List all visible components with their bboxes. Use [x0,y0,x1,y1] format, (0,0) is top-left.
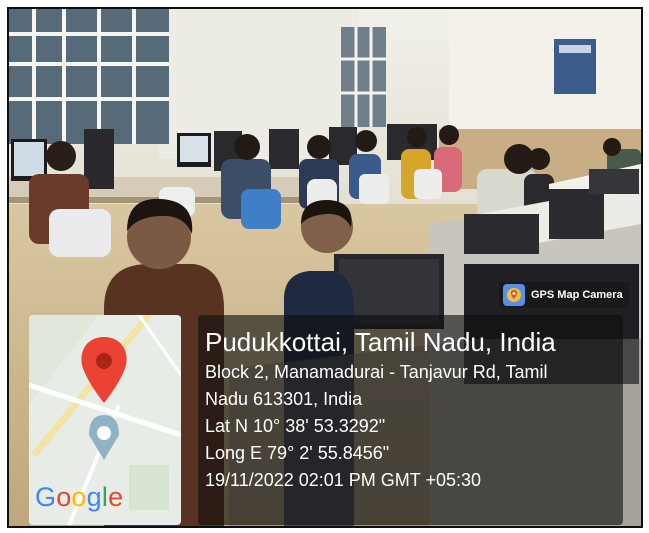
location-info-panel: Pudukkottai, Tamil Nadu, India Block 2, … [198,315,623,525]
location-title: Pudukkottai, Tamil Nadu, India [205,327,556,357]
app-badge: GPS Map Camera [499,282,629,308]
photo-frame: Google GPS Map Camera Pudukkottai, Tamil… [7,7,643,528]
map-pin-icon [503,284,525,306]
timestamp-text: 19/11/2022 02:01 PM GMT +05:30 [205,470,482,490]
mini-map[interactable]: Google [29,315,181,525]
address-line-1: Block 2, Manamadurai - Tanjavur Rd, Tami… [205,362,548,382]
longitude-text: Long E 79° 2' 55.8456" [205,443,390,463]
latitude-text: Lat N 10° 38' 53.3292" [205,416,386,436]
app-badge-label: GPS Map Camera [531,289,623,301]
google-logo: Google [35,482,124,512]
address-line-2: Nadu 613301, India [205,389,363,409]
